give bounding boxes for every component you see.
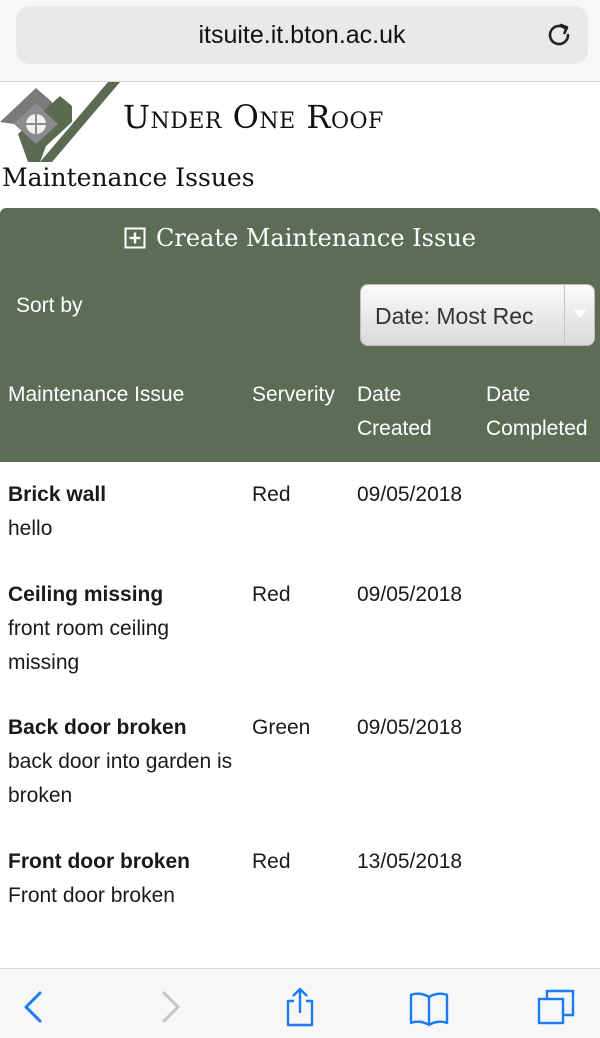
issue-title: Front door broken	[8, 850, 190, 873]
issue-description: hello	[8, 517, 53, 540]
url-text: itsuite.it.bton.ac.uk	[198, 21, 406, 49]
issue-cell: Brick wall hello	[8, 478, 238, 546]
sort-select[interactable]: Date: Most Rec	[360, 284, 595, 346]
bookmarks-icon[interactable]	[409, 987, 449, 1027]
date-created-cell: 13/05/2018	[357, 850, 463, 873]
date-created-cell: 09/05/2018	[357, 483, 463, 506]
issue-cell: Back door broken back door into garden i…	[8, 711, 238, 813]
create-button-label: Create Maintenance Issue	[156, 224, 476, 252]
severity-cell: Green	[252, 716, 311, 739]
under-one-roof-logo	[0, 82, 120, 162]
issue-title: Ceiling missing	[8, 583, 164, 606]
column-header-date-created: Date Created	[357, 383, 432, 440]
issue-description: front room ceiling missing	[8, 617, 170, 674]
issue-cell: Front door broken Front door broken	[8, 845, 238, 913]
plus-square-icon	[124, 227, 146, 249]
share-icon[interactable]	[280, 987, 320, 1027]
page-title: Maintenance Issues	[2, 163, 255, 192]
date-created-cell: 09/05/2018	[357, 583, 463, 606]
issue-description: back door into garden is broken	[8, 750, 233, 807]
severity-cell: Red	[252, 583, 291, 606]
column-header-issue: Maintenance Issue	[8, 383, 185, 406]
issue-title: Back door broken	[8, 716, 187, 739]
create-maintenance-issue-button[interactable]: Create Maintenance Issue	[0, 208, 600, 268]
sort-selected-value: Date: Most Rec	[375, 303, 534, 329]
issue-title: Brick wall	[8, 483, 107, 506]
table-header-panel: Sort by Date: Most Rec Maintenance Issue…	[0, 268, 600, 462]
brand-name: Under One Roof	[123, 98, 384, 136]
severity-cell: Red	[252, 483, 291, 506]
browser-toolbar	[0, 968, 600, 1038]
issue-cell: Ceiling missing front room ceiling missi…	[8, 578, 238, 680]
date-created-cell: 09/05/2018	[357, 716, 463, 739]
forward-icon[interactable]	[150, 987, 190, 1027]
severity-cell: Red	[252, 850, 291, 873]
column-header-date-completed: Date Completed	[486, 383, 588, 440]
column-header-severity: Serverity	[252, 383, 335, 406]
sort-label: Sort by	[16, 294, 83, 317]
chevron-down-icon	[564, 285, 594, 345]
address-bar[interactable]: itsuite.it.bton.ac.uk	[16, 6, 588, 64]
reload-icon[interactable]	[544, 20, 574, 50]
browser-top-bar: itsuite.it.bton.ac.uk	[0, 0, 600, 82]
issue-description: Front door broken	[8, 884, 175, 907]
tabs-icon[interactable]	[537, 987, 577, 1027]
back-icon[interactable]	[14, 987, 54, 1027]
